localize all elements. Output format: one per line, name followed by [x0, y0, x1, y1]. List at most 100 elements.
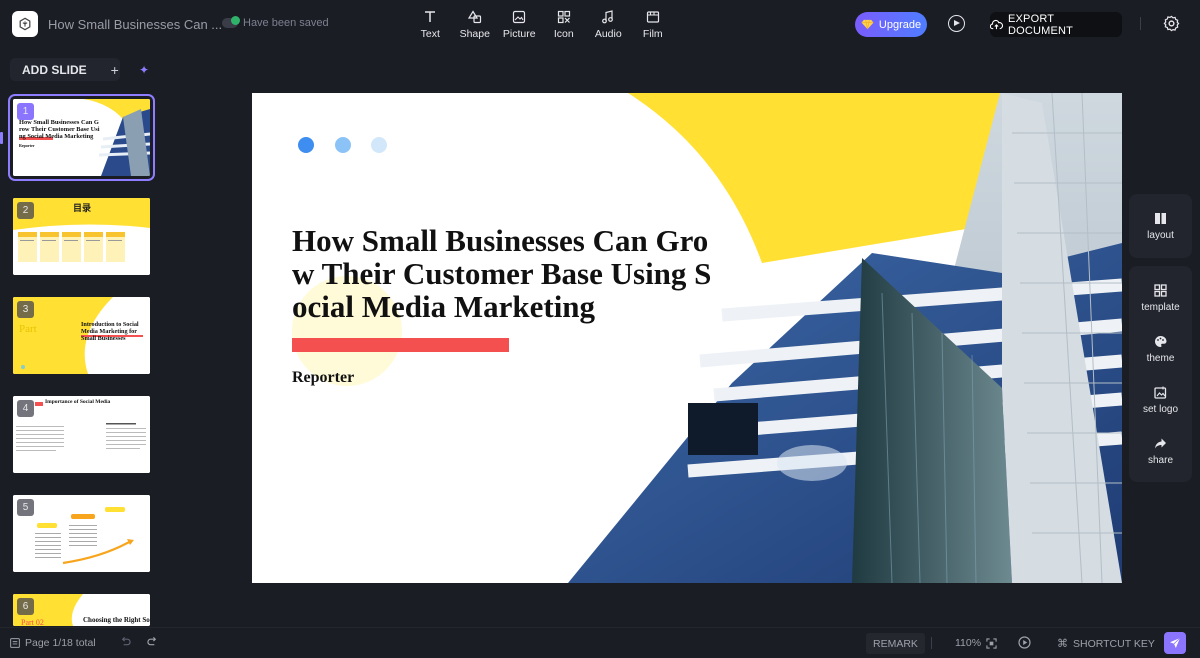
decorative-dot: [371, 137, 387, 153]
slide-number: 5: [17, 499, 34, 516]
undo-icon[interactable]: [120, 636, 131, 647]
plus-icon: +: [110, 61, 119, 78]
title-accent-bar: [292, 338, 509, 352]
app-logo-icon[interactable]: [12, 11, 38, 37]
palette-icon: [1155, 336, 1167, 347]
command-key-icon: ⌘: [1057, 638, 1068, 650]
layout-label: layout: [1147, 230, 1174, 241]
slide-number: 2: [17, 202, 34, 219]
tool-text[interactable]: Text: [408, 10, 453, 40]
slide-thumbnail-part: Part 02: [21, 618, 44, 626]
export-document-button[interactable]: EXPORT DOCUMENT: [990, 12, 1122, 37]
template-button[interactable]: template: [1129, 284, 1192, 313]
divider: [1140, 17, 1141, 30]
decorative-dot: [335, 137, 351, 153]
cloud-upload-icon: [990, 19, 1003, 30]
add-slide-button[interactable]: ADD SLIDE +: [10, 58, 120, 81]
tool-icon[interactable]: Icon: [542, 10, 587, 40]
set-logo-button[interactable]: set logo: [1129, 386, 1192, 415]
template-icon: [1154, 284, 1167, 297]
logo-image-icon: [1154, 386, 1167, 399]
slide-thumbnail-3[interactable]: 3 Part Introduction to Social Media Mark…: [13, 297, 150, 374]
zoom-level: 110%: [955, 637, 982, 649]
layout-icon: [1155, 213, 1166, 224]
send-feedback-button[interactable]: [1164, 632, 1186, 654]
insert-toolbar: Text Shape Picture Icon Audio Film: [408, 10, 675, 40]
slide-title[interactable]: How Small Businesses Can Grow Their Cust…: [292, 224, 722, 323]
slide-thumbnail-1[interactable]: 1 How Small Businesses Can Grow Their Cu…: [8, 94, 155, 181]
template-label: template: [1141, 302, 1180, 313]
share-label: share: [1147, 455, 1173, 466]
audio-icon: [602, 10, 614, 24]
save-status-text: Have been saved: [243, 17, 329, 29]
tool-picture-label: Picture: [502, 28, 536, 40]
slide-thumbnail-title: Introduction to Social Media Marketing f…: [81, 321, 139, 342]
saved-check-icon: [222, 16, 240, 28]
divider: [931, 637, 932, 649]
slide-thumbnail-4[interactable]: 4 Importance of Social Media: [13, 396, 150, 473]
settings-gear-icon[interactable]: [1163, 15, 1180, 32]
slide-thumbnail-title: 目录: [73, 203, 92, 213]
send-arrow-icon: [1170, 637, 1181, 648]
document-title[interactable]: How Small Businesses Can ...: [48, 17, 222, 32]
set-logo-label: set logo: [1142, 404, 1179, 415]
icon-icon: [557, 10, 570, 24]
tool-audio-label: Audio: [594, 28, 622, 40]
tool-film-label: Film: [642, 28, 663, 40]
export-label: EXPORT DOCUMENT: [1007, 12, 1074, 37]
slide-subtitle[interactable]: Reporter: [292, 369, 354, 387]
design-panel: template theme set logo share: [1129, 266, 1192, 482]
remark-label: REMARK: [873, 637, 918, 650]
present-play-icon[interactable]: [1018, 636, 1031, 649]
tool-shape-label: Shape: [459, 28, 490, 40]
film-icon: [646, 11, 659, 23]
fit-screen-icon[interactable]: [986, 637, 997, 649]
theme-label: theme: [1146, 353, 1175, 364]
picture-icon: [513, 10, 526, 24]
layout-button[interactable]: layout: [1129, 212, 1192, 241]
current-slide[interactable]: How Small Businesses Can Grow Their Cust…: [252, 93, 1122, 583]
tool-audio[interactable]: Audio: [586, 10, 631, 40]
page-list-icon[interactable]: [10, 638, 20, 648]
redo-icon[interactable]: [147, 636, 158, 647]
slide-thumbnail-title: Importance of Social Media: [45, 399, 111, 405]
tool-text-label: Text: [420, 28, 440, 40]
save-status: Have been saved: [222, 16, 329, 29]
layout-panel: layout: [1129, 194, 1192, 258]
slide-thumbnail-title: How Small Businesses Can Grow Their Cust…: [19, 119, 100, 140]
play-slideshow-icon[interactable]: [948, 15, 965, 32]
slide-thumbnail-6[interactable]: 6 Part 02 Choosing the Right So: [13, 594, 150, 626]
shape-icon: [467, 10, 481, 24]
top-bar: How Small Businesses Can ... Have been s…: [0, 0, 1200, 50]
share-button[interactable]: share: [1129, 437, 1192, 466]
slide-thumbnail-subtitle: Reporter: [19, 143, 35, 148]
shortcut-label: SHORTCUT KEY: [1073, 637, 1155, 650]
zoom-control[interactable]: 110%: [955, 637, 997, 649]
slide-thumbnail-2[interactable]: 2 目录: [13, 198, 150, 275]
upgrade-button[interactable]: Upgrade: [855, 12, 927, 37]
bottom-status-bar: Page 1/18 total REMARK 110% ⌘ SHORTCUT K…: [0, 627, 1200, 658]
slide-number: 1: [17, 103, 34, 120]
tool-film[interactable]: Film: [631, 10, 676, 40]
diamond-icon: [861, 19, 874, 30]
decorative-dot: [298, 137, 314, 153]
share-arrow-icon: [1155, 438, 1166, 449]
slide-thumbnail-5[interactable]: 5: [13, 495, 150, 572]
remark-button[interactable]: REMARK: [866, 633, 925, 654]
active-slide-marker: [0, 132, 3, 144]
tool-icon-label: Icon: [553, 28, 574, 40]
slide-thumbnail-title: Choosing the Right So: [83, 616, 150, 624]
shortcut-key-button[interactable]: ⌘ SHORTCUT KEY: [1057, 637, 1155, 651]
tool-shape[interactable]: Shape: [453, 10, 498, 40]
ai-sparkle-icon[interactable]: ✦: [139, 63, 149, 77]
slide-number: 4: [17, 400, 34, 417]
add-slide-label: ADD SLIDE: [22, 62, 87, 77]
tool-picture[interactable]: Picture: [497, 10, 542, 40]
upgrade-label: Upgrade: [878, 18, 922, 31]
theme-button[interactable]: theme: [1129, 335, 1192, 364]
page-indicator: Page 1/18 total: [10, 637, 96, 649]
text-icon: [425, 11, 436, 22]
slide-number: 3: [17, 301, 34, 318]
slide-thumbnail-part: Part: [19, 323, 37, 335]
page-count: Page 1/18 total: [25, 637, 96, 649]
